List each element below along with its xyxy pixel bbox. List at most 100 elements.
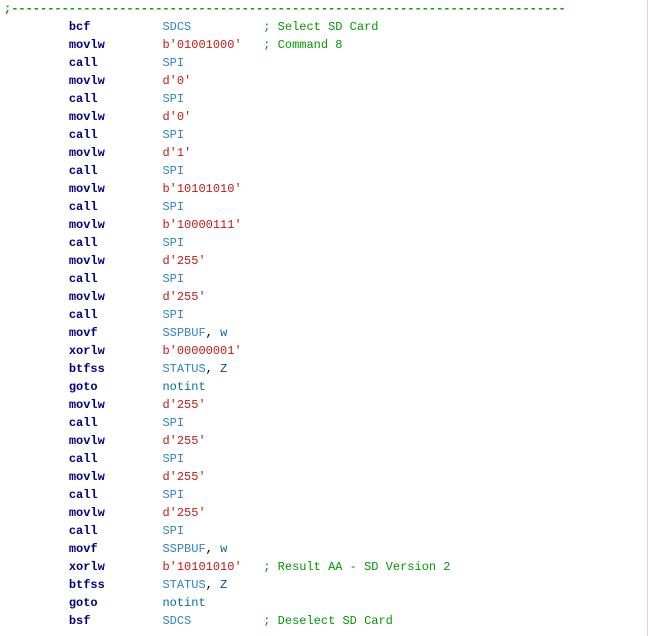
operand: d'255' [162,398,205,412]
operand: SPI [162,56,184,70]
mnemonic: movlw [69,434,105,448]
mnemonic: call [69,164,98,178]
code-line: movlw b'10101010' [4,180,647,198]
operand: SPI [162,452,184,466]
mnemonic: movf [69,326,98,340]
code-line: goto notint [4,378,647,396]
operand: notint [162,596,205,610]
mnemonic: movlw [69,146,105,160]
operand: notint [162,380,205,394]
mnemonic: movlw [69,254,105,268]
mnemonic: bcf [69,20,91,34]
code-line: btfss STATUS, Z [4,360,647,378]
operand: SDCS [162,20,191,34]
mnemonic: call [69,200,98,214]
code-line: movlw d'0' [4,108,647,126]
operand: SSPBUF [162,326,205,340]
code-line: movlw d'0' [4,72,647,90]
mnemonic: call [69,524,98,538]
mnemonic: movf [69,542,98,556]
mnemonic: goto [69,380,98,394]
operand: SPI [162,164,184,178]
mnemonic: movlw [69,506,105,520]
mnemonic: btfss [69,362,105,376]
code-line: call SPI [4,198,647,216]
code-line: movlw d'255' [4,252,647,270]
operand: b'00000001' [162,344,241,358]
code-line: movlw d'255' [4,396,647,414]
mnemonic: call [69,308,98,322]
operand: d'255' [162,290,205,304]
mnemonic: call [69,236,98,250]
code-line: xorlw b'00000001' [4,342,647,360]
operand: SPI [162,272,184,286]
operand: b'01001000' [162,38,241,52]
operand: STATUS [162,578,205,592]
operand: b'10101010' [162,560,241,574]
code-line: call SPI [4,162,647,180]
mnemonic: movlw [69,74,105,88]
operand: d'255' [162,254,205,268]
code-line: movlw d'255' [4,504,647,522]
operand: SSPBUF [162,542,205,556]
code-line: call SPI [4,450,647,468]
code-line: call SPI [4,126,647,144]
comment: ; Select SD Card [263,20,378,34]
mnemonic: movlw [69,398,105,412]
operand: d'0' [162,74,191,88]
operand-suffix: w [220,326,227,340]
code-line: movf SSPBUF, w [4,540,647,558]
mnemonic: call [69,56,98,70]
mnemonic: movlw [69,110,105,124]
code-line: call SPI [4,54,647,72]
code-block: ;---------------------------------------… [0,0,648,636]
operand: b'10000111' [162,218,241,232]
code-line: movf SSPBUF, w [4,324,647,342]
code-line: movlw d'1' [4,144,647,162]
mnemonic: movlw [69,218,105,232]
code-line: btfss STATUS, Z [4,576,647,594]
operand: SPI [162,92,184,106]
mnemonic: call [69,452,98,466]
operand: d'255' [162,506,205,520]
operand: STATUS [162,362,205,376]
operand: SPI [162,416,184,430]
operand-suffix: Z [220,578,227,592]
mnemonic: movlw [69,290,105,304]
operand-suffix: w [220,542,227,556]
section-divider: ;---------------------------------------… [0,0,647,18]
operand: SPI [162,128,184,142]
operand: d'1' [162,146,191,160]
code-line: call SPI [4,486,647,504]
mnemonic: btfss [69,578,105,592]
code-line: call SPI [4,306,647,324]
operand-suffix: Z [220,362,227,376]
operand: b'10101010' [162,182,241,196]
mnemonic: call [69,488,98,502]
code-line: call SPI [4,90,647,108]
mnemonic: movlw [69,470,105,484]
operand: d'0' [162,110,191,124]
comment: ; Command 8 [263,38,342,52]
mnemonic: xorlw [69,344,105,358]
code-line: movlw b'01001000' ; Command 8 [4,36,647,54]
code-line: call SPI [4,270,647,288]
mnemonic: call [69,416,98,430]
code-line: movlw d'255' [4,288,647,306]
assembly-listing: bcf SDCS ; Select SD Card movlw b'010010… [0,18,647,630]
code-line: bcf SDCS ; Select SD Card [4,18,647,36]
mnemonic: call [69,92,98,106]
code-line: call SPI [4,234,647,252]
comment: ; Deselect SD Card [263,614,393,628]
code-line: goto notint [4,594,647,612]
code-line: call SPI [4,414,647,432]
mnemonic: xorlw [69,560,105,574]
operand: SPI [162,524,184,538]
code-line: movlw d'255' [4,432,647,450]
mnemonic: call [69,272,98,286]
operand: SPI [162,488,184,502]
operand: SPI [162,236,184,250]
code-line: movlw d'255' [4,468,647,486]
operand: SPI [162,200,184,214]
mnemonic: bsf [69,614,91,628]
